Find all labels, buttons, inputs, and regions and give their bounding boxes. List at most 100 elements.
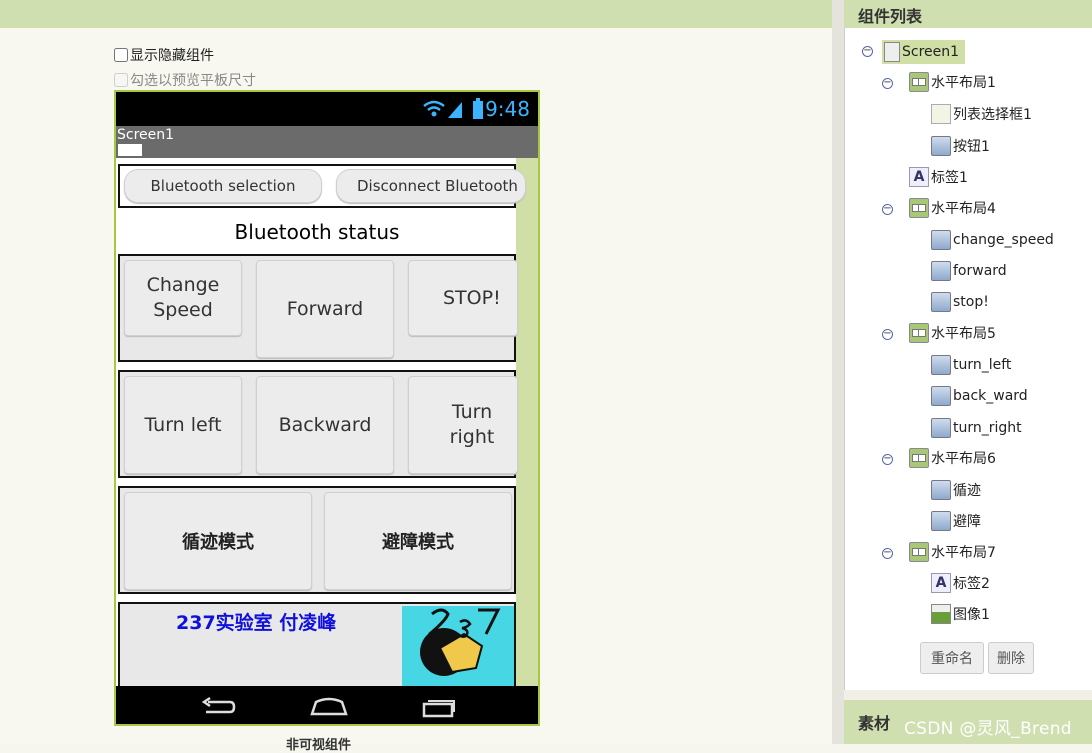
tree-node-line-follow[interactable]: 循迹 (931, 480, 981, 500)
components-panel: 组件列表 − Screen1 − 水平布局1 列表选择框1 按钮1 A 标签1 −… (832, 0, 1092, 744)
tree-label: 水平布局7 (931, 545, 996, 561)
tree-node-screen1[interactable]: Screen1 (882, 40, 966, 64)
show-hidden-label: 显示隐藏组件 (130, 48, 214, 64)
logo-image (402, 606, 514, 690)
tablet-preview-checkbox[interactable]: 勾选以预览平板尺寸 (114, 70, 256, 90)
watermark: CSDN @灵风_Brend (904, 719, 1072, 739)
tablet-preview-check[interactable] (114, 73, 128, 87)
turn-left-button[interactable]: Turn left (124, 376, 242, 474)
layout-turns: Turn left Backward Turn right (118, 370, 518, 478)
tree-label: 避障 (953, 514, 981, 530)
canvas-right-strip (516, 158, 538, 688)
button-icon (931, 261, 951, 281)
obstacle-avoid-mode-button[interactable]: 避障模式 (324, 492, 512, 590)
tree-node-label2[interactable]: A 标签2 (931, 573, 990, 593)
turn-right-button[interactable]: Turn right (408, 376, 518, 474)
tree-label: 循迹 (953, 483, 981, 499)
tree-node-turn-right[interactable]: turn_right (931, 418, 1022, 438)
tree-node-stop[interactable]: stop! (931, 292, 989, 312)
battery-icon (473, 98, 483, 119)
layout-speed-forward-stop: Change Speed Forward STOP! (118, 254, 518, 362)
tree-node-layout7[interactable]: 水平布局7 (909, 542, 996, 562)
stop-button[interactable]: STOP! (408, 260, 518, 336)
button-icon (931, 230, 951, 250)
show-hidden-checkbox[interactable]: 显示隐藏组件 (114, 45, 214, 65)
status-time: 9:48 (485, 97, 530, 121)
phone-preview: 9:48 Screen1 Bluetooth selection Disconn… (114, 90, 540, 726)
tree-label: 按钮1 (953, 139, 990, 155)
button-icon (931, 355, 951, 375)
lab-label: 237实验室 付凌峰 (176, 612, 337, 634)
layout-icon (909, 542, 929, 562)
tree-label: forward (953, 263, 1007, 279)
tree-label: 图像1 (953, 607, 990, 623)
change-speed-button[interactable]: Change Speed (124, 260, 242, 336)
logo-drawing (420, 608, 501, 676)
button-icon (931, 511, 951, 531)
tree-node-layout1[interactable]: 水平布局1 (909, 72, 996, 92)
tree-node-layout5[interactable]: 水平布局5 (909, 323, 996, 343)
status-bar: 9:48 (116, 92, 538, 126)
tablet-preview-label: 勾选以预览平板尺寸 (130, 73, 256, 89)
signal-icon (423, 100, 462, 118)
tree-node-layout4[interactable]: 水平布局4 (909, 198, 996, 218)
tree-node-layout6[interactable]: 水平布局6 (909, 448, 996, 468)
tree-node-forward[interactable]: forward (931, 261, 1007, 281)
viewer-top-bar (0, 0, 832, 28)
layout-footer: 237实验室 付凌峰 (118, 602, 516, 690)
layout-icon (909, 448, 929, 468)
tree-label: 标签1 (931, 170, 968, 186)
forward-button[interactable]: Forward (256, 260, 394, 358)
rename-button[interactable]: 重命名 (920, 642, 984, 674)
tree-node-button1[interactable]: 按钮1 (931, 136, 990, 156)
tree-label: back_ward (953, 388, 1028, 404)
recent-apps-icon[interactable] (420, 696, 456, 718)
listpicker-icon (931, 104, 951, 124)
button-icon (931, 292, 951, 312)
button-icon (931, 386, 951, 406)
tree-node-label1[interactable]: A 标签1 (909, 167, 968, 187)
layout-icon (909, 323, 929, 343)
layout-icon (909, 198, 929, 218)
android-nav-bar (116, 686, 538, 724)
backward-button[interactable]: Backward (256, 376, 394, 474)
tree-label: turn_left (953, 357, 1012, 373)
home-icon[interactable] (310, 696, 348, 718)
bluetooth-status-label: Bluetooth status (118, 210, 516, 254)
show-hidden-check[interactable] (114, 48, 128, 62)
collapse-layout5-icon[interactable]: − (882, 329, 893, 340)
collapse-screen1-icon[interactable]: − (862, 46, 873, 57)
tree-label: stop! (953, 294, 989, 310)
tree-label: 水平布局4 (931, 201, 996, 217)
tree-node-image1[interactable]: 图像1 (931, 604, 990, 624)
button-icon (931, 418, 951, 438)
collapse-layout7-icon[interactable]: − (882, 548, 893, 559)
delete-button[interactable]: 删除 (988, 642, 1034, 674)
tree-label: 列表选择框1 (953, 107, 1032, 123)
collapse-layout1-icon[interactable]: − (882, 78, 893, 89)
tree-node-turn-left[interactable]: turn_left (931, 355, 1011, 375)
screen-title: Screen1 (117, 127, 175, 143)
bt-selection-button[interactable]: Bluetooth selection (124, 169, 322, 203)
tree-label: 水平布局5 (931, 326, 996, 342)
line-follow-mode-button[interactable]: 循迹模式 (124, 492, 312, 590)
tree-node-listpicker1[interactable]: 列表选择框1 (931, 104, 1032, 124)
bt-disconnect-button[interactable]: Disconnect Bluetooth (336, 169, 526, 203)
components-tree: − Screen1 − 水平布局1 列表选择框1 按钮1 A 标签1 − 水平布局… (844, 28, 1092, 690)
button-icon (931, 136, 951, 156)
components-header: 组件列表 (844, 0, 1092, 28)
panel-divider (832, 0, 844, 744)
collapse-layout4-icon[interactable]: − (882, 204, 893, 215)
tree-node-change-speed[interactable]: change_speed (931, 230, 1054, 250)
back-icon[interactable] (200, 696, 236, 718)
tree-label: 标签2 (953, 576, 990, 592)
collapse-layout6-icon[interactable]: − (882, 454, 893, 465)
label-icon: A (909, 167, 929, 187)
layout-bluetooth: Bluetooth selection Disconnect Bluetooth (118, 164, 526, 208)
screen-icon (884, 42, 900, 62)
tree-node-back-ward[interactable]: back_ward (931, 386, 1028, 406)
layout-modes: 循迹模式 避障模式 (118, 486, 516, 594)
title-bar: Screen1 (116, 126, 538, 158)
tree-node-obstacle-avoid[interactable]: 避障 (931, 511, 981, 531)
tree-label: change_speed (953, 232, 1054, 248)
